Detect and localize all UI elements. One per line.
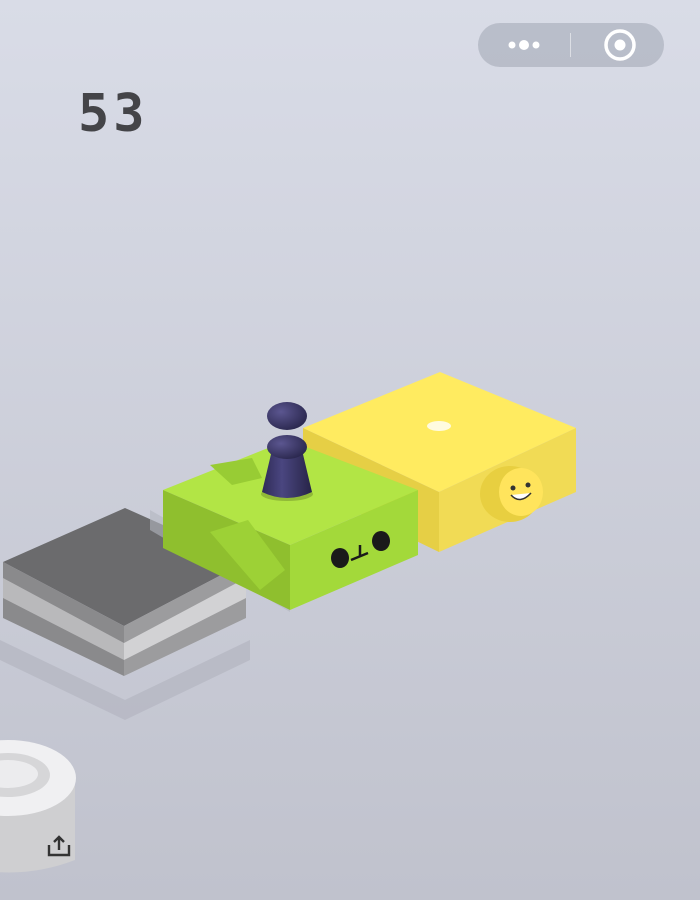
green-face-eye-right [372, 531, 390, 551]
yellow-block-center-dot [427, 421, 451, 431]
target-circle-icon [604, 29, 636, 61]
green-face-eye-left [331, 548, 349, 568]
smiley-eye-right [525, 482, 531, 488]
score-counter: 53 [78, 84, 149, 144]
more-dots-icon [508, 40, 540, 50]
player-head [267, 402, 307, 430]
mini-program-capsule [478, 23, 664, 67]
yellow-block-smiley-face [499, 468, 543, 516]
more-button[interactable] [478, 23, 570, 67]
smiley-eye-left [510, 485, 516, 491]
close-button[interactable] [572, 23, 664, 67]
capsule-divider [570, 33, 571, 57]
player-neck [267, 435, 307, 459]
start-cylinder [0, 740, 76, 873]
player-piece [261, 402, 313, 501]
